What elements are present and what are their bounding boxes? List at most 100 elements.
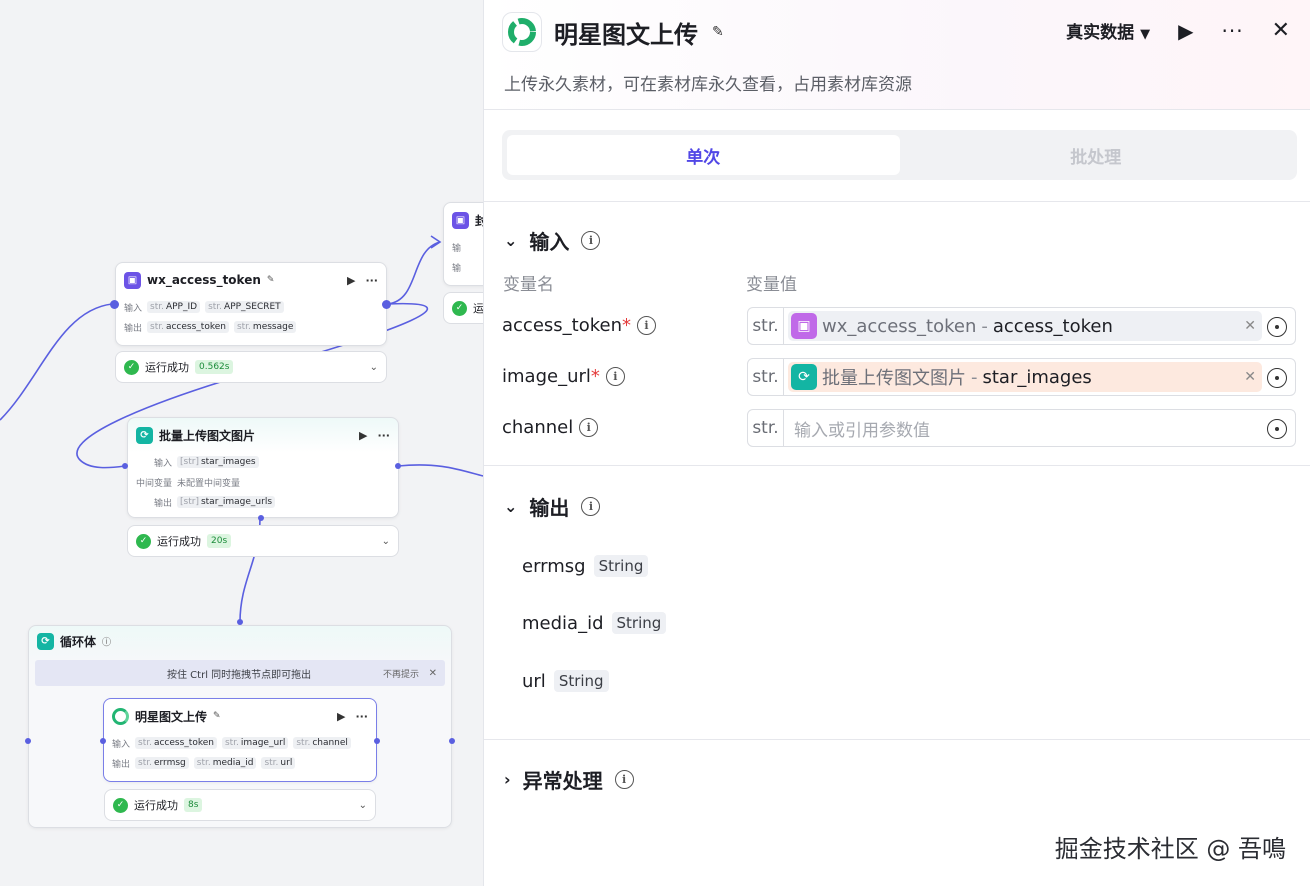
input-port[interactable]	[100, 738, 106, 744]
input-port[interactable]	[110, 300, 119, 309]
panel-title: 明星图文上传	[554, 20, 698, 49]
chevron-down-icon[interactable]: ⌄	[382, 536, 390, 547]
reference-chip[interactable]: ▣ wx_access_token - access_token ✕	[788, 311, 1262, 341]
node-title: 明星图文上传	[135, 709, 208, 724]
chevron-down-icon[interactable]: ⌄	[370, 362, 378, 373]
panel-description: 上传永久素材，可在素材库永久查看，占用素材库资源	[504, 75, 912, 95]
divider	[484, 201, 1310, 202]
chevron-right-icon[interactable]: ›	[504, 770, 511, 789]
input-row: 输入 [str] star_images	[128, 452, 398, 472]
output-row: 输出 [str] star_image_urls	[128, 492, 398, 512]
info-icon[interactable]: i	[581, 497, 601, 516]
workflow-canvas[interactable]: ▣ 封 输 输 ✓ 运 ▣ wx_access_token ✎ ▶ ··· 输入 st…	[0, 0, 483, 886]
tab-batch[interactable]: 批处理	[900, 135, 1293, 175]
input-placeholder[interactable]: 输入或引用参数值	[794, 416, 930, 441]
close-icon[interactable]: ✕	[1272, 18, 1290, 43]
loop-output-port[interactable]	[449, 738, 455, 744]
duration-badge: 20s	[207, 534, 232, 548]
node-status[interactable]: ✓ 运行成功 8s ⌄	[104, 789, 376, 821]
reference-variable-icon[interactable]	[1267, 419, 1287, 439]
exception-section[interactable]: › 异常处理 i	[484, 765, 1310, 794]
clear-icon[interactable]: ✕	[1244, 369, 1256, 385]
output-row: 输	[452, 263, 462, 274]
output-row: 输出 str. access_token str. message	[116, 317, 386, 337]
reference-chip[interactable]: ⟳ 批量上传图文图片 - star_images ✕	[788, 362, 1262, 392]
section-title: 输入	[529, 230, 570, 254]
divider	[484, 465, 1310, 466]
clear-icon[interactable]: ✕	[1244, 318, 1256, 334]
info-icon[interactable]: i	[637, 316, 656, 335]
output-section: ⌄ 输出 i	[484, 492, 1310, 521]
column-header-value: 变量值	[746, 275, 797, 295]
node-detail-panel: 明星图文上传 ✎ 真实数据 ▼ ▶ ··· ✕ 上传永久素材，可在素材库永久查看…	[483, 0, 1310, 886]
run-icon[interactable]: ▶	[347, 274, 355, 287]
partial-status[interactable]: ✓ 运	[443, 292, 483, 324]
loop-icon: ⟳	[136, 426, 153, 444]
cube-icon: ▣	[791, 313, 817, 339]
output-item: errmsg String	[522, 555, 649, 577]
node-batch-upload[interactable]: ⟳ 批量上传图文图片 ▶ ··· 输入 [str] star_images 中间变量…	[127, 417, 399, 518]
input-row: 输	[452, 243, 462, 254]
output-port[interactable]	[395, 463, 401, 469]
field-value-input[interactable]: str. ▣ wx_access_token - access_token ✕	[747, 307, 1296, 345]
info-icon[interactable]: i	[605, 367, 625, 386]
chevron-down-icon[interactable]: ⌄	[504, 497, 517, 516]
info-icon[interactable]: i	[614, 770, 634, 789]
input-port[interactable]	[122, 463, 128, 469]
edit-icon[interactable]: ✎	[712, 24, 724, 40]
node-status[interactable]: ✓ 运行成功 20s ⌄	[127, 525, 399, 557]
node-title: 封	[475, 213, 483, 228]
field-value-input[interactable]: str. ⟳ 批量上传图文图片 - star_images ✕	[747, 358, 1296, 396]
output-port[interactable]	[374, 738, 380, 744]
run-icon[interactable]: ▶	[337, 710, 345, 723]
node-status[interactable]: ✓ 运行成功 0.562s ⌄	[115, 351, 387, 383]
type-label: str.	[748, 410, 784, 446]
field-row-channel: channel i str. 输入或引用参数值	[502, 409, 1297, 447]
output-item: media_id String	[522, 612, 667, 634]
field-row-access-token: access_token * i str. ▣ wx_access_token - …	[502, 307, 1297, 345]
node-title: wx_access_token	[147, 273, 261, 287]
param-tag: [str] star_image_urls	[177, 496, 276, 508]
param-tag: str. image_url	[221, 737, 289, 749]
tab-single[interactable]: 单次	[507, 135, 900, 175]
info-icon[interactable]: i	[579, 418, 599, 437]
field-value-input[interactable]: str. 输入或引用参数值	[747, 409, 1296, 447]
edit-icon: ✎	[266, 275, 275, 285]
required-mark: *	[590, 366, 600, 387]
mid-row: 中间变量 未配置中间变量	[136, 478, 241, 489]
loop-input-port[interactable]	[25, 738, 31, 744]
more-icon[interactable]: ···	[1221, 19, 1243, 43]
reference-variable-icon[interactable]	[1267, 368, 1287, 388]
input-row: 输入 str. APP_ID str. APP_SECRET	[116, 297, 386, 317]
reference-variable-icon[interactable]	[1267, 317, 1287, 337]
more-icon[interactable]: ···	[355, 710, 368, 723]
node-wx-access-token[interactable]: ▣ wx_access_token ✎ ▶ ··· 输入 str. APP_ID s…	[115, 262, 387, 346]
node-star-upload[interactable]: 明星图文上传 ✎ ▶ ··· 输入 str. access_token str. im…	[103, 698, 377, 782]
loop-title: 循环体	[60, 634, 97, 649]
node-title: 批量上传图文图片	[159, 428, 256, 443]
chevron-down-icon[interactable]: ⌄	[359, 800, 367, 811]
more-icon[interactable]: ···	[365, 274, 378, 287]
data-mode-select[interactable]: 真实数据 ▼	[1066, 18, 1150, 43]
output-item: url String	[522, 670, 609, 692]
partial-node[interactable]: ▣ 封 输 输	[443, 202, 483, 286]
run-icon[interactable]: ▶	[359, 429, 367, 442]
more-icon[interactable]: ···	[377, 429, 390, 442]
output-port[interactable]	[382, 300, 391, 309]
caret-down-icon: ▼	[1140, 27, 1151, 42]
required-mark: *	[622, 315, 631, 336]
run-icon[interactable]: ▶	[1178, 19, 1193, 43]
section-title: 输出	[529, 496, 570, 520]
section-title: 异常处理	[522, 769, 603, 793]
chevron-down-icon[interactable]: ⌄	[504, 231, 517, 250]
param-tag: [str] star_images	[177, 456, 259, 468]
loop-icon: ⟳	[791, 364, 817, 390]
param-tag: str. APP_SECRET	[205, 301, 284, 313]
loop-port[interactable]	[258, 515, 264, 521]
cube-icon: ▣	[124, 271, 141, 289]
dismiss-hint-link[interactable]: 不再提示	[383, 667, 419, 680]
type-label: str.	[748, 308, 784, 344]
type-label: str.	[748, 359, 784, 395]
info-icon[interactable]: i	[581, 231, 601, 250]
close-icon[interactable]: ✕	[429, 668, 437, 679]
